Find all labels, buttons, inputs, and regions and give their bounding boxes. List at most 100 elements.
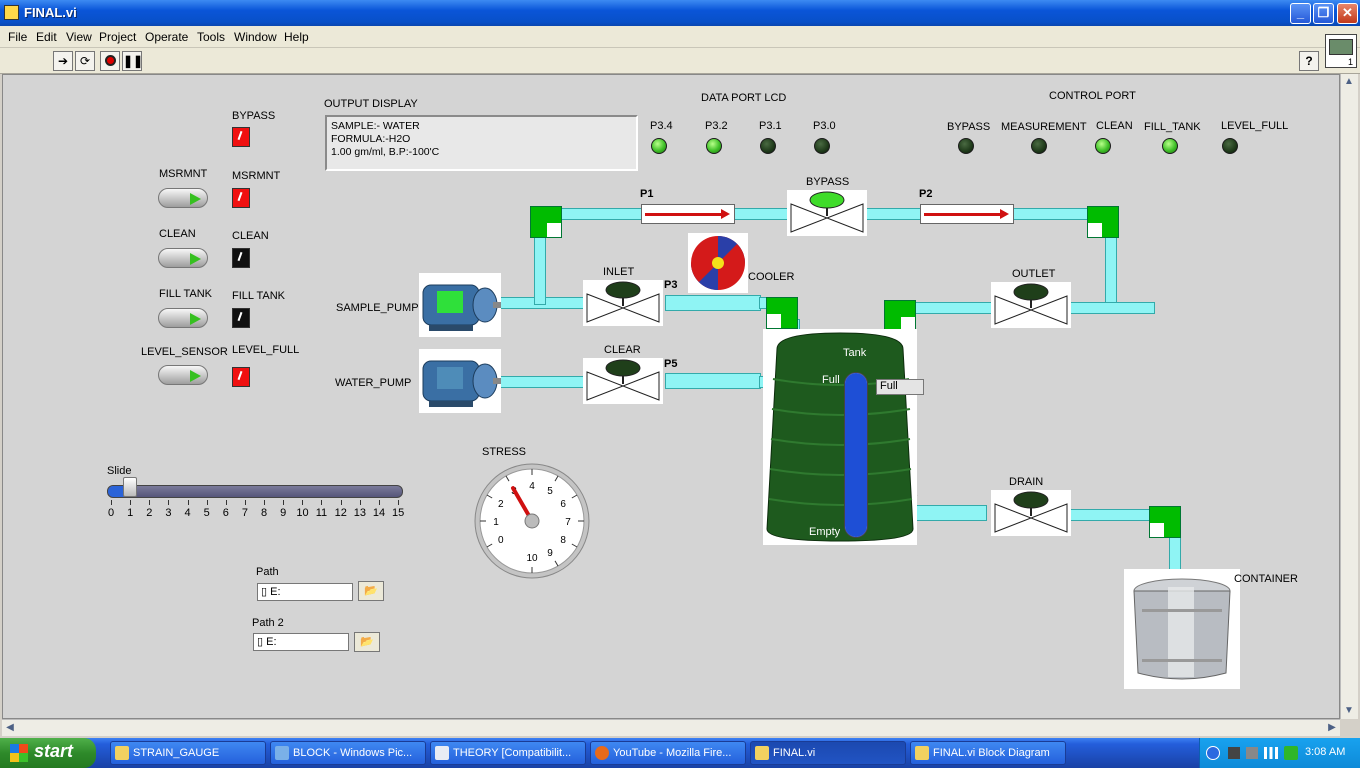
cooler-label: COOLER	[748, 271, 795, 283]
tray-device-icon[interactable]	[1246, 747, 1258, 759]
restore-icon[interactable]: ❐	[1313, 3, 1334, 24]
menu-operate[interactable]: Operate	[145, 30, 188, 44]
switch-fill-tank[interactable]	[158, 308, 208, 328]
bypass-valve[interactable]	[787, 190, 867, 236]
drain-valve[interactable]	[991, 490, 1071, 536]
menu-tools[interactable]: Tools	[197, 30, 225, 44]
tray-expand-icon[interactable]	[1206, 746, 1220, 760]
window-titlebar[interactable]: FINAL.vi _ ❐ ✕	[0, 0, 1360, 26]
slide-tick	[264, 500, 266, 505]
minimize-icon[interactable]: _	[1290, 3, 1311, 24]
tank-level-fill	[845, 373, 867, 537]
container-icon	[1124, 569, 1240, 689]
slide-thumb[interactable]	[123, 477, 138, 497]
gauge-tick-label: 10	[526, 553, 538, 564]
slide-tick	[302, 500, 304, 505]
slide-tick	[225, 500, 227, 505]
inlet-valve[interactable]	[583, 280, 663, 326]
run-continuously-icon[interactable]: ⟳	[75, 51, 95, 71]
labview-vi-icon	[755, 746, 769, 760]
switch-level-sensor[interactable]	[158, 365, 208, 385]
container-label: CONTAINER	[1234, 573, 1298, 585]
scroll-left-icon[interactable]: ◀	[2, 720, 18, 736]
pause-icon[interactable]: ❚❚	[122, 51, 143, 71]
tank	[763, 329, 917, 545]
slide-tick-label: 9	[280, 507, 287, 519]
front-panel: OUTPUT DISPLAY SAMPLE:- WATER FORMULA:-H…	[2, 74, 1340, 719]
pipe-p5	[665, 373, 761, 389]
menu-view[interactable]: View	[66, 30, 92, 44]
clear-valve[interactable]	[583, 358, 663, 404]
sample-pump-icon	[419, 273, 501, 337]
start-button[interactable]: start	[0, 738, 96, 768]
led-label-measurement: MEASUREMENT	[1001, 121, 1087, 133]
taskbar-item-block[interactable]: BLOCK - Windows Pic...	[270, 741, 426, 765]
path-2-label: Path 2	[252, 617, 284, 629]
menu-help[interactable]: Help	[284, 30, 309, 44]
vi-connector-icon[interactable]: 1	[1325, 34, 1357, 68]
tank-level-tube	[844, 372, 868, 538]
gauge-tick-label: 7	[565, 517, 571, 528]
taskbar-item-final-vi[interactable]: FINAL.vi	[750, 741, 906, 765]
path-input[interactable]: ▯ E:	[257, 583, 353, 601]
pipe-elbow	[1149, 506, 1181, 538]
task-label: BLOCK - Windows Pic...	[293, 747, 413, 759]
menu-project[interactable]: Project	[99, 30, 136, 44]
led-p3-0	[814, 138, 830, 154]
menu-edit[interactable]: Edit	[36, 30, 57, 44]
gauge-tick-label: 0	[498, 535, 504, 546]
led-label-p3-1: P3.1	[759, 120, 782, 132]
stress-gauge[interactable]: 012345678910	[471, 460, 593, 582]
tray-network-icon[interactable]	[1228, 747, 1240, 759]
slide-tick-label: 7	[241, 507, 248, 519]
slide-tick	[378, 500, 380, 505]
tray-security-icon[interactable]	[1284, 746, 1298, 760]
indicator-msrmnt	[232, 188, 250, 208]
output-display-label: OUTPUT DISPLAY	[324, 98, 418, 110]
scroll-down-icon[interactable]: ▼	[1341, 703, 1357, 719]
output-display: SAMPLE:- WATER FORMULA:-H2O 1.00 gm/ml, …	[325, 115, 638, 171]
path-2-input[interactable]: ▯ E:	[253, 633, 349, 651]
tray-signal-icon[interactable]	[1264, 747, 1278, 759]
taskbar-item-strain-gauge[interactable]: STRAIN_GAUGE	[110, 741, 266, 765]
folder-open-icon[interactable]: 📂	[358, 581, 384, 601]
slide-tick	[283, 500, 285, 505]
switch-clean[interactable]	[158, 248, 208, 268]
horizontal-scrollbar[interactable]: ◀ ▶	[2, 719, 1340, 736]
led-label-level-full: LEVEL_FULL	[1221, 120, 1289, 132]
scroll-right-icon[interactable]: ▶	[1324, 720, 1340, 736]
abort-icon[interactable]	[100, 51, 120, 71]
pipe-drain	[1067, 509, 1153, 521]
gauge-tick-label: 6	[560, 499, 566, 510]
slide-tick-label: 11	[315, 507, 328, 519]
context-help-button[interactable]: ?	[1299, 51, 1319, 71]
taskbar-item-final-vi-block-diagram[interactable]: FINAL.vi Block Diagram	[910, 741, 1066, 765]
taskbar: start STRAIN_GAUGE BLOCK - Windows Pic..…	[0, 738, 1360, 768]
slide-track[interactable]	[107, 485, 403, 498]
output-line: SAMPLE:- WATER	[331, 120, 420, 132]
pipe-top-1	[559, 208, 645, 220]
labview-diagram-icon	[915, 746, 929, 760]
vertical-scrollbar[interactable]: ▲ ▼	[1340, 74, 1358, 719]
folder-open-icon[interactable]: 📂	[354, 632, 380, 652]
menu-window[interactable]: Window	[234, 30, 277, 44]
pipe-elbow	[766, 297, 798, 329]
toolbar: ➔ ⟳ ❚❚ ? 1	[0, 34, 1360, 74]
indicator-level-full	[232, 367, 250, 387]
taskbar-item-theory[interactable]: THEORY [Compatibilit...	[430, 741, 586, 765]
menu-bar: File Edit View Project Operate Tools Win…	[0, 26, 1360, 48]
led-p3-4	[651, 138, 667, 154]
scroll-up-icon[interactable]: ▲	[1341, 74, 1357, 90]
slide-tick	[321, 500, 323, 505]
close-icon[interactable]: ✕	[1337, 3, 1358, 24]
outlet-valve[interactable]	[991, 282, 1071, 328]
switch-msrmnt[interactable]	[158, 188, 208, 208]
run-arrow-icon[interactable]: ➔	[53, 51, 73, 71]
p5-label: P5	[664, 358, 678, 370]
pipe-top-2	[733, 208, 793, 220]
menu-file[interactable]: File	[8, 30, 27, 44]
outlet-valve-label: OUTLET	[1012, 268, 1056, 280]
slide-tick-label: 10	[296, 507, 309, 519]
pressure-p2	[920, 204, 1014, 224]
taskbar-item-youtube[interactable]: YouTube - Mozilla Fire...	[590, 741, 746, 765]
